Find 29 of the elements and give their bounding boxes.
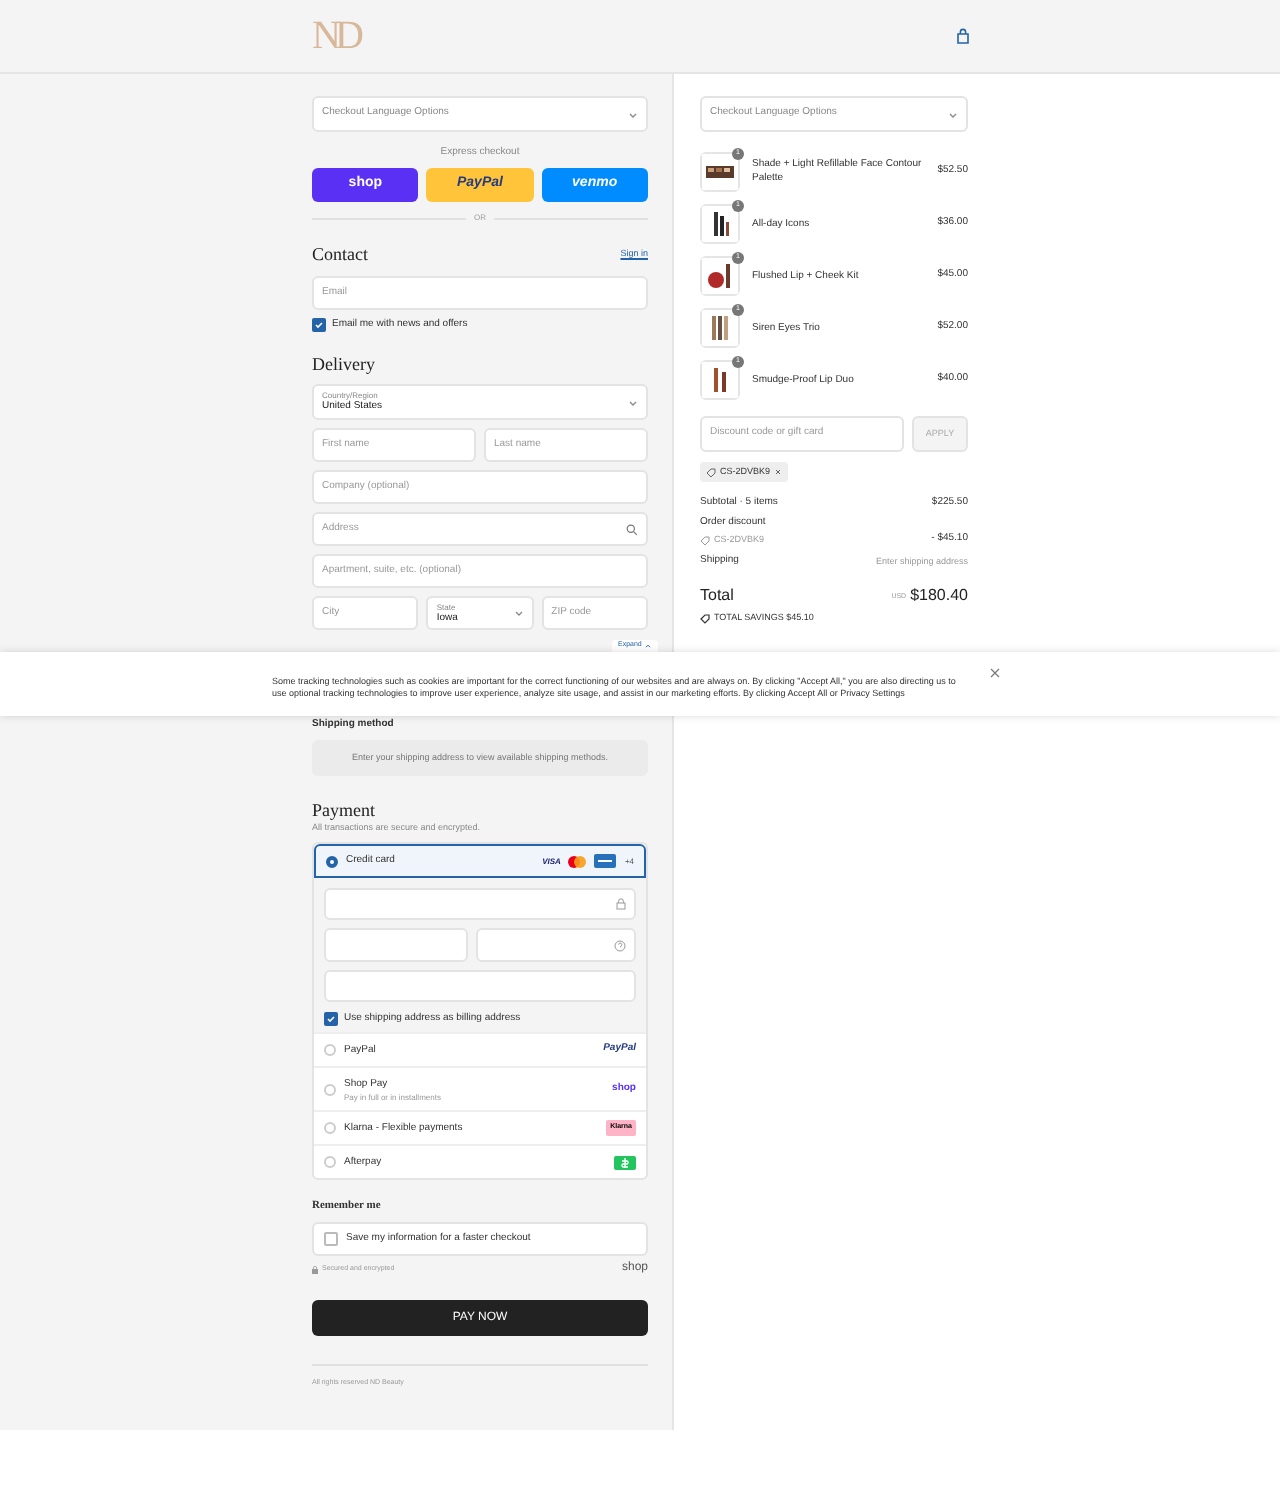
afterpay-icon <box>614 1155 636 1169</box>
tag-icon <box>706 467 716 477</box>
checkbox[interactable] <box>324 1012 338 1026</box>
help-icon <box>614 939 626 951</box>
total-label: Total <box>700 586 734 606</box>
chevron-icon <box>628 397 638 407</box>
expiry-field[interactable] <box>324 928 468 962</box>
tag-icon <box>700 535 710 545</box>
close-icon[interactable] <box>990 668 1000 678</box>
delivery-heading: Delivery <box>312 352 377 376</box>
radio-button[interactable] <box>326 855 338 867</box>
chevron-icon <box>513 608 524 618</box>
checkbox[interactable] <box>324 1232 338 1246</box>
chevron-icon <box>628 109 638 119</box>
shopping-bag-icon[interactable] <box>956 28 970 44</box>
card-number-field[interactable] <box>324 888 636 920</box>
lock-icon <box>312 1265 318 1273</box>
chevron-icon <box>948 109 958 119</box>
tag-icon <box>700 614 710 624</box>
name-on-card-field[interactable] <box>324 970 636 1002</box>
amex-icon <box>594 854 617 868</box>
search-icon <box>626 523 638 535</box>
checkbox[interactable] <box>312 318 326 332</box>
lock-icon <box>616 898 626 910</box>
contact-heading: Contact <box>312 242 368 266</box>
payment-heading: Payment <box>312 798 377 822</box>
total-value: $180.40 <box>910 586 968 606</box>
security-code-field[interactable] <box>476 928 636 962</box>
mastercard-icon <box>568 855 587 867</box>
